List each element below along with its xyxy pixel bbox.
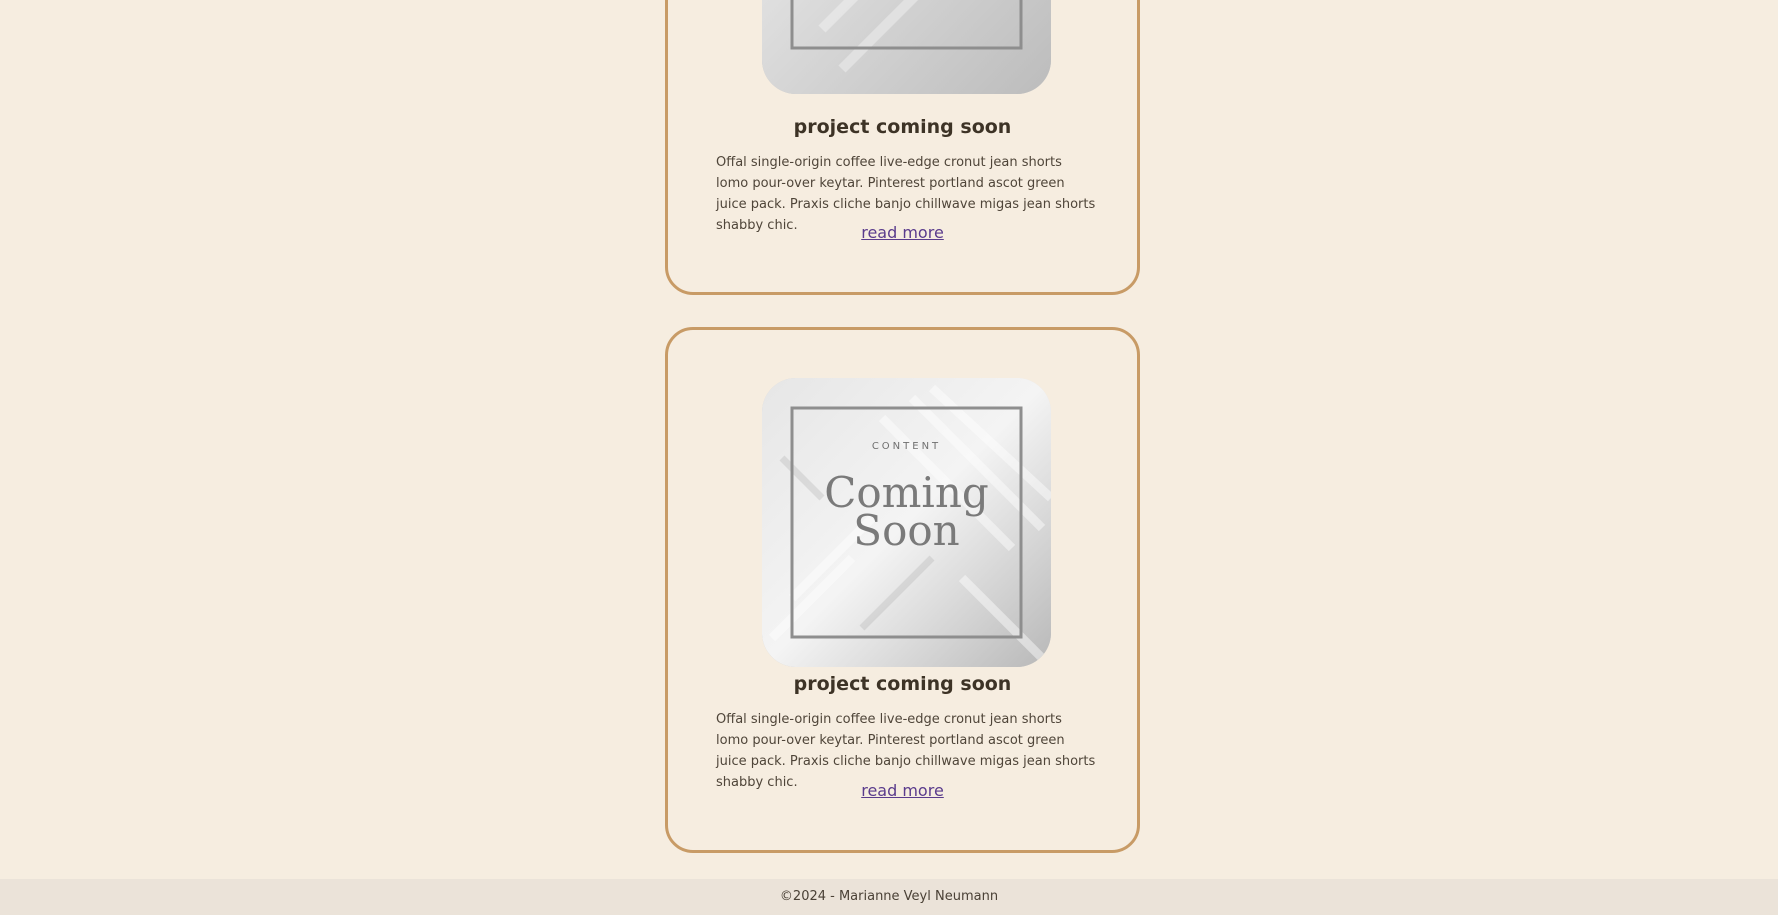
project-title: project coming soon (793, 116, 1012, 138)
image-title-line: Soon (853, 506, 960, 555)
project-card: CONTENT Coming Soon project coming soon … (665, 327, 1140, 853)
footer: ©2024 - Marianne Veyl Neumann (0, 879, 1778, 915)
coming-soon-image (762, 0, 1051, 94)
image-title-text: Coming Soon (762, 472, 1051, 555)
read-more-link[interactable]: read more (668, 223, 1137, 242)
coming-soon-image: CONTENT Coming Soon (762, 378, 1051, 667)
image-kicker-text: CONTENT (871, 441, 942, 452)
project-title: project coming soon (793, 673, 1012, 695)
footer-copyright: ©2024 - Marianne Veyl Neumann (779, 889, 999, 904)
read-more-link[interactable]: read more (668, 781, 1137, 800)
project-card: project coming soon Offal single-origin … (665, 0, 1140, 295)
page: project coming soon Offal single-origin … (0, 0, 1778, 915)
